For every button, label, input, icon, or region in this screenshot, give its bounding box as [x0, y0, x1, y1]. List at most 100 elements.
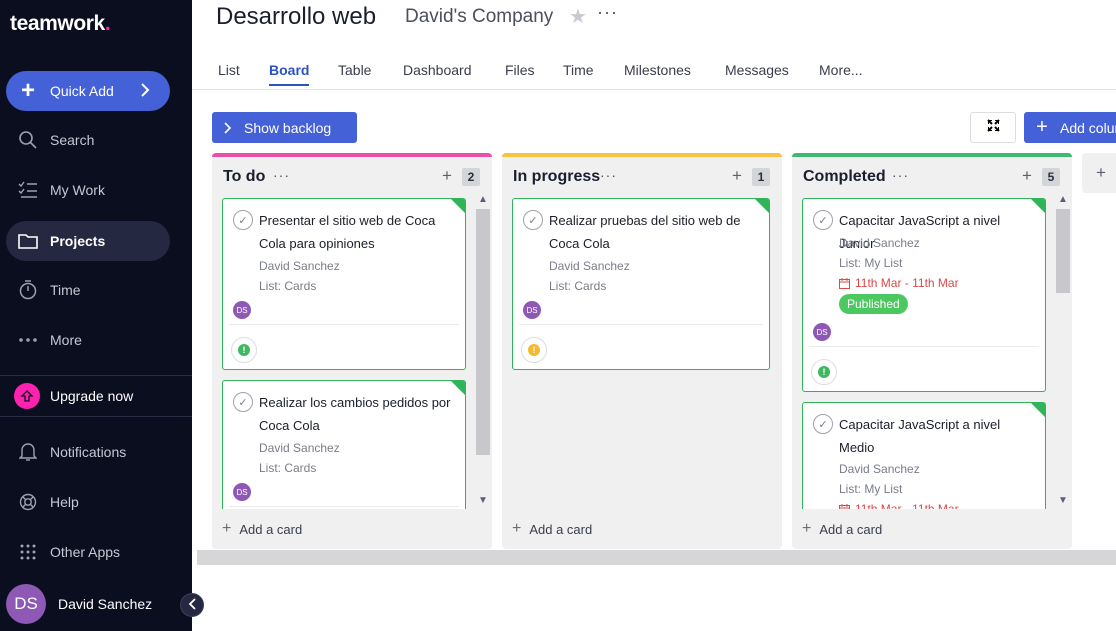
teamwork-logo[interactable]: teamwork. [10, 12, 111, 36]
upgrade-label: Upgrade now [50, 388, 134, 404]
column-options-icon[interactable]: ··· [600, 167, 617, 183]
avatar[interactable]: DS [233, 483, 251, 501]
add-column-button[interactable]: + Add column [1024, 112, 1116, 143]
scroll-up-icon[interactable]: ▲ [478, 194, 488, 205]
main-area: Desarrollo web David's Company ★ ··· Lis… [192, 0, 1116, 631]
priority-button[interactable]: ! [521, 337, 547, 363]
new-column-stub[interactable]: + [1082, 153, 1116, 193]
company-name[interactable]: David's Company [405, 6, 553, 28]
add-card-label: Add a card [239, 521, 303, 537]
column-title[interactable]: In progress [513, 168, 600, 186]
task-assignee: David Sanchez [839, 236, 920, 250]
add-task-icon[interactable]: + [1022, 166, 1032, 186]
task-title[interactable]: Realizar los cambios pedidos por Coca Co… [259, 391, 459, 437]
board-column-completed: Completed ··· + 5 ✓ Capacitar JavaScript… [792, 153, 1072, 549]
column-scrollbar[interactable]: ▲ ▼ [1056, 193, 1070, 511]
task-title[interactable]: Realizar pruebas del sitio web de Coca C… [549, 209, 759, 255]
divider [519, 324, 763, 325]
search-icon [6, 130, 50, 150]
column-color-bar [502, 153, 782, 157]
column-count-badge: 1 [752, 168, 770, 186]
complete-task-checkbox[interactable]: ✓ [813, 414, 833, 434]
scroll-down-icon[interactable]: ▼ [478, 495, 488, 506]
avatar[interactable]: DS [523, 301, 541, 319]
priority-icon: ! [238, 344, 250, 356]
tab-files[interactable]: Files [505, 62, 535, 78]
task-assignee: David Sanchez [839, 462, 920, 476]
stopwatch-icon [6, 280, 50, 300]
star-icon[interactable]: ★ [569, 4, 587, 29]
show-backlog-button[interactable]: Show backlog [212, 112, 357, 143]
checklist-icon [6, 181, 50, 199]
task-assignee: David Sanchez [549, 259, 630, 273]
sidebar-item-notifications[interactable]: Notifications [6, 432, 170, 472]
board-horizontal-scrollbar[interactable] [197, 550, 1116, 565]
tab-more[interactable]: More... [819, 62, 863, 78]
ellipsis-icon [6, 338, 50, 342]
complete-task-checkbox[interactable]: ✓ [813, 210, 833, 230]
complete-task-checkbox[interactable]: ✓ [233, 392, 253, 412]
quick-add-button[interactable]: + Quick Add [6, 71, 170, 111]
task-list: List: My List [839, 482, 903, 496]
tab-list[interactable]: List [218, 62, 240, 78]
plus-icon: + [1096, 163, 1106, 182]
column-options-icon[interactable]: ··· [892, 167, 909, 183]
avatar: DS [6, 584, 46, 624]
avatar[interactable]: DS [233, 301, 251, 319]
tab-board[interactable]: Board [269, 62, 310, 86]
add-task-icon[interactable]: + [732, 166, 742, 186]
sidebar-item-projects[interactable]: Projects [6, 221, 170, 261]
column-options-icon[interactable]: ··· [273, 167, 290, 183]
column-title[interactable]: To do [223, 168, 265, 186]
tab-milestones[interactable]: Milestones [624, 62, 691, 78]
add-card-label: Add a card [819, 521, 883, 537]
divider [229, 324, 459, 325]
fullscreen-button[interactable] [970, 112, 1016, 143]
sidebar-item-label: Notifications [50, 444, 127, 460]
add-card-button[interactable]: + Add a card [222, 520, 302, 538]
task-date: 11th Mar - 11th Mar [839, 276, 959, 290]
tab-messages[interactable]: Messages [725, 62, 789, 78]
column-title[interactable]: Completed [803, 168, 886, 186]
task-title[interactable]: Capacitar JavaScript a nivel Medio [839, 413, 1039, 459]
sidebar-item-help[interactable]: Help [6, 482, 170, 522]
add-card-label: Add a card [529, 521, 593, 537]
avatar[interactable]: DS [813, 323, 831, 341]
tab-dashboard[interactable]: Dashboard [403, 62, 472, 78]
task-card[interactable]: ✓ Presentar el sitio web de Coca Cola pa… [222, 198, 466, 370]
scroll-down-icon[interactable]: ▼ [1058, 495, 1068, 506]
task-card[interactable]: ✓ Capacitar JavaScript a nivel Junior Da… [802, 198, 1046, 392]
folder-icon [6, 233, 50, 249]
scroll-thumb[interactable] [1056, 209, 1070, 293]
collapse-sidebar-button[interactable] [180, 593, 204, 617]
sidebar-item-time[interactable]: Time [6, 270, 170, 310]
sidebar-item-other-apps[interactable]: Other Apps [6, 532, 170, 572]
sidebar-item-more[interactable]: More [6, 320, 170, 360]
task-title[interactable]: Presentar el sitio web de Coca Cola para… [259, 209, 459, 255]
column-color-bar [212, 153, 492, 157]
status-badge[interactable]: Published [839, 294, 908, 314]
task-card[interactable]: ✓ Realizar pruebas del sitio web de Coca… [512, 198, 770, 370]
add-card-button[interactable]: + Add a card [512, 520, 592, 538]
sidebar-item-search[interactable]: Search [6, 120, 170, 160]
tab-table[interactable]: Table [338, 62, 371, 78]
divider [0, 416, 192, 417]
upgrade-now-button[interactable]: Upgrade now [6, 376, 170, 416]
add-card-button[interactable]: + Add a card [802, 520, 882, 538]
scroll-up-icon[interactable]: ▲ [1058, 194, 1068, 205]
chevron-left-icon [188, 597, 196, 613]
divider [229, 506, 459, 507]
add-task-icon[interactable]: + [442, 166, 452, 186]
complete-task-checkbox[interactable]: ✓ [233, 210, 253, 230]
sidebar-item-my-work[interactable]: My Work [6, 170, 170, 210]
project-options-icon[interactable]: ··· [597, 2, 618, 23]
chevron-right-icon [140, 81, 170, 102]
complete-task-checkbox[interactable]: ✓ [523, 210, 543, 230]
user-profile[interactable]: DS David Sanchez [6, 584, 152, 624]
scroll-thumb[interactable] [476, 209, 490, 455]
priority-button[interactable]: ! [811, 359, 837, 385]
tab-time[interactable]: Time [563, 62, 594, 78]
column-scrollbar[interactable]: ▲ ▼ [476, 193, 490, 511]
sidebar-item-label: Help [50, 494, 79, 510]
priority-button[interactable]: ! [231, 337, 257, 363]
